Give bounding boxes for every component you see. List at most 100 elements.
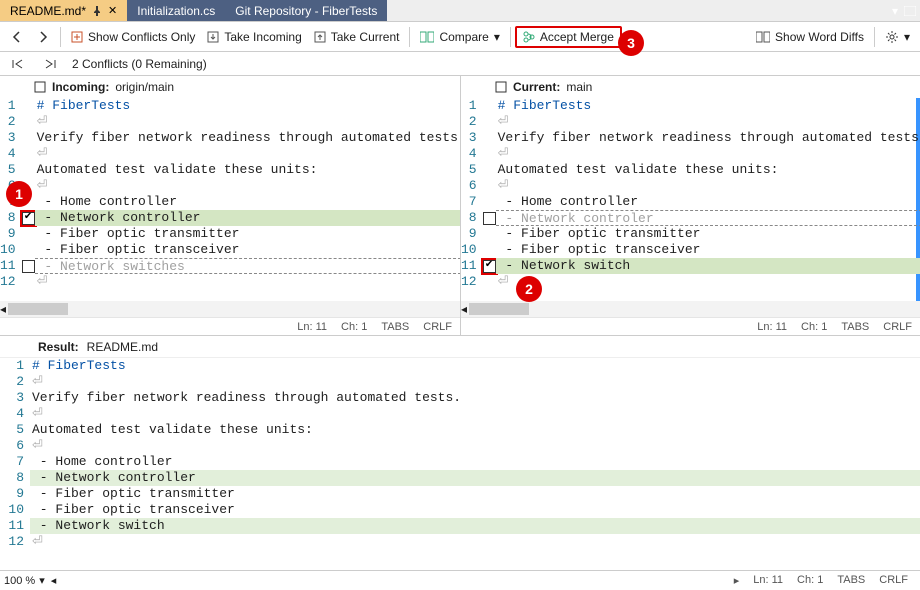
code-line[interactable]: # FiberTests <box>496 98 920 114</box>
status-ln: Ln: 11 <box>297 321 327 333</box>
pane-title: Current: <box>513 80 560 94</box>
code-line[interactable]: Verify fiber network readiness through a… <box>30 390 920 406</box>
code-line[interactable]: ⏎ <box>496 274 920 290</box>
show-conflicts-button[interactable]: Show Conflicts Only <box>65 27 201 47</box>
status-ch: Ch: 1 <box>797 574 823 587</box>
conflict-checkbox[interactable] <box>22 212 35 225</box>
dropdown-icon[interactable]: ▾ <box>892 4 898 18</box>
take-current-button[interactable]: Take Current <box>308 27 406 47</box>
conflicts-icon <box>71 31 83 43</box>
code-line[interactable]: ⏎ <box>35 274 460 290</box>
incoming-code[interactable]: 123456789101112# FiberTests⏎Verify fiber… <box>0 98 460 301</box>
tab-readme[interactable]: README.md* ✕ <box>0 0 127 21</box>
code-line[interactable]: ⏎ <box>30 534 920 550</box>
h-scrollbar[interactable]: ◂ <box>461 301 920 317</box>
code-line[interactable]: Automated test validate these units: <box>35 162 460 178</box>
current-pane: Current: main 123456789101112# FiberTest… <box>460 76 920 335</box>
tab-label: README.md* <box>10 4 86 18</box>
conflict-checkbox[interactable] <box>22 260 35 273</box>
incoming-status: Ln: 11 Ch: 1 TABS CRLF <box>0 317 460 335</box>
chevron-down-icon[interactable]: ▾ <box>39 574 45 587</box>
incoming-header: Incoming: origin/main <box>0 76 460 98</box>
code-line[interactable]: - Fiber optic transmitter <box>30 486 920 502</box>
close-icon[interactable]: ✕ <box>108 4 117 17</box>
result-code[interactable]: 123456789101112# FiberTests⏎Verify fiber… <box>0 358 920 570</box>
code-line[interactable]: ⏎ <box>35 178 460 194</box>
code-line[interactable]: ⏎ <box>496 178 920 194</box>
gear-icon <box>885 30 899 44</box>
tab-strip: README.md* ✕ Initialization.cs Git Repos… <box>0 0 920 22</box>
code-line[interactable]: - Network controller <box>30 470 920 486</box>
code-line[interactable]: ⏎ <box>496 146 920 162</box>
separator <box>60 27 61 47</box>
label: Take Current <box>331 30 400 44</box>
conflicts-bar: 2 Conflicts (0 Remaining) <box>0 52 920 76</box>
tab-git-repo[interactable]: Git Repository - FiberTests <box>225 0 387 21</box>
nav-back-button[interactable] <box>4 27 30 47</box>
code-line[interactable]: Automated test validate these units: <box>30 422 920 438</box>
status-crlf: CRLF <box>423 321 452 333</box>
conflict-checkbox[interactable] <box>483 260 496 273</box>
accept-merge-button[interactable]: Accept Merge <box>515 26 622 48</box>
take-incoming-icon <box>207 31 219 43</box>
word-diff-icon <box>756 31 770 43</box>
code-line[interactable]: - Fiber optic transceiver <box>30 502 920 518</box>
code-line[interactable]: - Fiber optic transceiver <box>496 242 920 258</box>
compare-button[interactable]: Compare ▾ <box>414 27 505 47</box>
code-line[interactable]: Automated test validate these units: <box>496 162 920 178</box>
code-line[interactable]: - Home controller <box>496 194 920 210</box>
code-line[interactable]: - Fiber optic transmitter <box>35 226 460 242</box>
code-line[interactable]: Verify fiber network readiness through a… <box>496 130 920 146</box>
code-line[interactable]: # FiberTests <box>30 358 920 374</box>
code-line[interactable]: ⏎ <box>496 114 920 130</box>
result-header: Result: README.md <box>0 336 920 358</box>
merge-icon <box>523 31 535 43</box>
take-incoming-button[interactable]: Take Incoming <box>201 27 307 47</box>
label: Compare <box>439 30 488 44</box>
conflict-checkbox[interactable] <box>483 212 496 225</box>
status-ln: Ln: 11 <box>757 321 787 333</box>
code-line[interactable]: ⏎ <box>35 114 460 130</box>
code-line[interactable]: - Home controller <box>35 194 460 210</box>
code-line[interactable]: - Network switch <box>496 258 920 274</box>
current-header: Current: main <box>461 76 920 98</box>
nav-forward-button[interactable] <box>30 27 56 47</box>
chevron-down-icon: ▾ <box>904 30 910 44</box>
status-crlf: CRLF <box>883 321 912 333</box>
code-line[interactable]: - Home controller <box>30 454 920 470</box>
code-line[interactable]: - Network controler <box>496 210 920 226</box>
label: Accept Merge <box>540 30 614 44</box>
status-crlf: CRLF <box>879 574 908 587</box>
separator <box>874 27 875 47</box>
code-line[interactable]: Verify fiber network readiness through a… <box>35 130 460 146</box>
code-line[interactable]: - Network switches <box>35 258 460 274</box>
tab-label: Git Repository - FiberTests <box>235 4 377 18</box>
current-code[interactable]: 123456789101112# FiberTests⏎Verify fiber… <box>461 98 920 301</box>
code-line[interactable]: ⏎ <box>30 438 920 454</box>
tab-label: Initialization.cs <box>137 4 215 18</box>
h-scrollbar[interactable]: ◂ <box>0 301 460 317</box>
status-ch: Ch: 1 <box>341 321 367 333</box>
code-line[interactable]: ⏎ <box>30 406 920 422</box>
code-line[interactable]: ⏎ <box>30 374 920 390</box>
gear-button[interactable]: ▾ <box>879 27 916 47</box>
diff-split: Incoming: origin/main 123456789101112# F… <box>0 76 920 336</box>
code-line[interactable]: ⏎ <box>35 146 460 162</box>
zoom-level[interactable]: 100 % <box>4 575 35 587</box>
label: Show Word Diffs <box>775 30 864 44</box>
take-current-icon <box>314 31 326 43</box>
pin-icon[interactable] <box>92 6 102 16</box>
last-conflict-button[interactable] <box>38 55 64 73</box>
pane-title: Incoming: <box>52 80 109 94</box>
code-line[interactable]: - Network switch <box>30 518 920 534</box>
code-line[interactable]: - Network controller <box>35 210 460 226</box>
tab-initialization[interactable]: Initialization.cs <box>127 0 225 21</box>
first-conflict-button[interactable] <box>4 55 30 73</box>
conflicts-count: 2 Conflicts (0 Remaining) <box>72 57 207 71</box>
window-icon[interactable] <box>904 6 916 16</box>
code-line[interactable]: - Fiber optic transceiver <box>35 242 460 258</box>
code-line[interactable]: # FiberTests <box>35 98 460 114</box>
show-word-diffs-button[interactable]: Show Word Diffs <box>750 27 870 47</box>
file-icon <box>495 81 507 93</box>
code-line[interactable]: - Fiber optic transmitter <box>496 226 920 242</box>
